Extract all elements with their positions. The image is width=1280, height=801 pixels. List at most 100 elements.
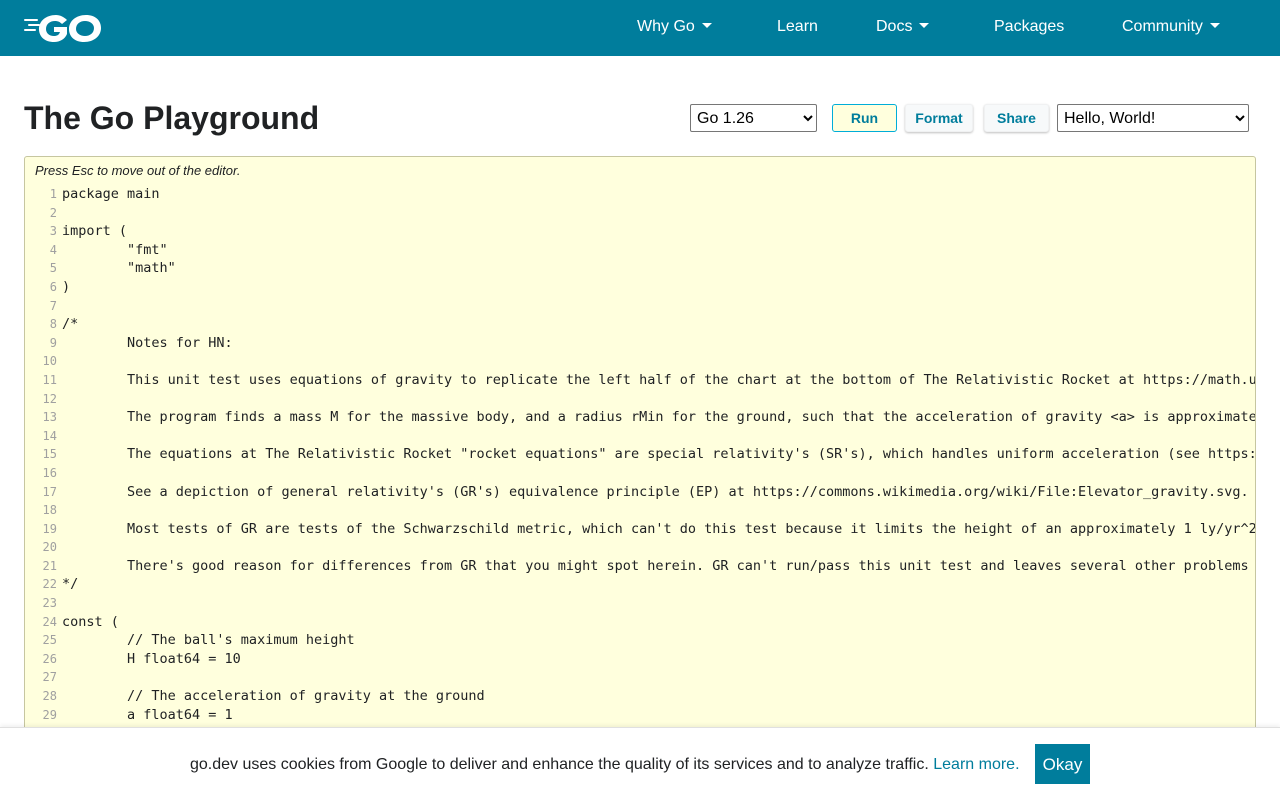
nav-packages[interactable]: Packages — [994, 17, 1064, 37]
code-line[interactable]: 19 Most tests of GR are tests of the Sch… — [25, 520, 1255, 539]
line-number: 9 — [49, 335, 57, 350]
code-line[interactable]: 3 import ( — [25, 222, 1255, 241]
line-number: 1 — [49, 187, 57, 201]
code-line[interactable]: 24 const ( — [25, 613, 1255, 632]
run-button[interactable]: Run — [832, 104, 897, 132]
line-number: 16 — [42, 465, 57, 480]
chevron-down-icon — [701, 23, 712, 28]
nav-docs[interactable]: Docs — [876, 17, 930, 37]
code-line[interactable]: 28 // The acceleration of gravity at the… — [25, 687, 1255, 706]
code-text[interactable]: ) — [62, 279, 70, 295]
code-line[interactable]: 8 /* — [25, 315, 1255, 334]
code-text[interactable]: Most tests of GR are tests of the Schwar… — [62, 521, 1255, 537]
code-line[interactable]: 12 — [25, 390, 1255, 409]
nav-learn[interactable]: Learn — [777, 17, 818, 37]
code-text[interactable]: import ( — [62, 223, 127, 239]
code-text[interactable]: There's good reason for differences from… — [62, 558, 1255, 574]
line-number: 6 — [49, 279, 57, 294]
code-text[interactable]: const ( — [62, 614, 119, 630]
chevron-down-icon — [919, 23, 930, 28]
code-line[interactable]: 29 a float64 = 1 — [25, 706, 1255, 725]
chevron-down-icon — [1209, 23, 1220, 28]
cookie-banner: go.dev uses cookies from Google to deliv… — [0, 727, 1280, 801]
code-line[interactable]: 26 H float64 = 10 — [25, 650, 1255, 669]
line-number: 12 — [42, 391, 57, 406]
code-text[interactable]: The program finds a mass M for the massi… — [62, 409, 1255, 425]
code-line[interactable]: 15 The equations at The Relativistic Roc… — [25, 445, 1255, 464]
example-select[interactable]: Hello, World! — [1057, 104, 1249, 132]
code-line[interactable]: 25 // The ball's maximum height — [25, 631, 1255, 650]
line-number: 23 — [42, 596, 57, 611]
line-number: 27 — [42, 670, 57, 685]
go-version-select[interactable]: Go 1.26 — [690, 104, 817, 132]
line-number: 7 — [49, 298, 57, 313]
code-line[interactable]: 5 "math" — [25, 259, 1255, 278]
code-lines[interactable]: 1 package main 2 3 import (4 "fmt" 5 "math" 6)… — [25, 185, 1255, 724]
go-logo[interactable] — [24, 13, 108, 43]
code-text[interactable]: // The ball's maximum height — [62, 632, 355, 648]
cookie-message: go.dev uses cookies from Google to deliv… — [190, 756, 929, 773]
code-text[interactable]: package main — [62, 186, 160, 202]
code-line[interactable]: 23 — [25, 594, 1255, 613]
code-line[interactable]: 6) — [25, 278, 1255, 297]
code-editor[interactable]: Press Esc to move out of the editor. 1 pa… — [24, 156, 1256, 746]
code-line[interactable]: 17 See a depiction of general relativity… — [25, 483, 1255, 502]
line-number: 11 — [42, 372, 57, 387]
line-number: 2 — [49, 205, 57, 220]
line-number: 10 — [42, 354, 57, 369]
line-number: 21 — [42, 558, 57, 573]
line-number: 8 — [49, 317, 57, 332]
code-line[interactable]: 22 */ — [25, 575, 1255, 594]
line-number: 29 — [42, 707, 57, 722]
code-line[interactable]: 20 — [25, 538, 1255, 557]
code-text[interactable]: "fmt" — [62, 242, 168, 258]
code-text[interactable]: */ — [62, 576, 78, 592]
code-text[interactable]: H float64 = 10 — [62, 651, 241, 667]
line-number: 18 — [42, 503, 57, 518]
line-number: 28 — [42, 689, 57, 704]
code-line[interactable]: 16 — [25, 464, 1255, 483]
line-number: 20 — [42, 540, 57, 555]
nav-packages-label: Packages — [994, 18, 1065, 35]
code-line[interactable]: 2 — [25, 204, 1255, 223]
code-line[interactable]: 27 — [25, 668, 1255, 687]
line-number: 14 — [42, 428, 57, 443]
code-text[interactable]: /* — [62, 316, 78, 332]
line-number: 19 — [42, 521, 57, 536]
nav-community[interactable]: Community — [1122, 17, 1220, 37]
code-text[interactable]: This unit test uses equations of gravity… — [62, 372, 1255, 388]
code-text[interactable]: See a depiction of general relativity's … — [62, 484, 1255, 500]
nav-why-go-label: Why Go — [637, 18, 695, 35]
code-text[interactable]: a float64 = 1 — [62, 707, 233, 723]
code-line[interactable]: 10 — [25, 352, 1255, 371]
code-line[interactable]: 18 — [25, 501, 1255, 520]
code-text[interactable]: Notes for HN: — [62, 335, 233, 351]
line-number: 3 — [49, 224, 57, 239]
line-number: 5 — [49, 261, 57, 276]
nav-docs-label: Docs — [876, 18, 913, 35]
format-button[interactable]: Format — [905, 104, 973, 132]
code-text[interactable]: // The acceleration of gravity at the gr… — [62, 688, 485, 704]
code-line[interactable]: 11 This unit test uses equations of grav… — [25, 371, 1255, 390]
nav-community-label: Community — [1122, 18, 1203, 35]
code-text[interactable]: "math" — [62, 260, 176, 276]
code-line[interactable]: 1 package main — [25, 185, 1255, 204]
nav-why-go[interactable]: Why Go — [637, 17, 712, 37]
line-number: 26 — [42, 651, 57, 666]
nav-learn-label: Learn — [777, 18, 818, 35]
cookie-text: go.dev uses cookies from Google to deliv… — [190, 755, 1020, 775]
code-text[interactable]: The equations at The Relativistic Rocket… — [62, 446, 1255, 462]
code-line[interactable]: 21 There's good reason for differences f… — [25, 557, 1255, 576]
code-line[interactable]: 9 Notes for HN: — [25, 334, 1255, 353]
line-number: 15 — [42, 447, 57, 462]
code-line[interactable]: 7 — [25, 297, 1255, 316]
page-title: The Go Playground — [24, 100, 320, 136]
learn-more-link[interactable]: Learn more. — [933, 756, 1019, 773]
code-line[interactable]: 13 The program finds a mass M for the ma… — [25, 408, 1255, 427]
share-button[interactable]: Share — [984, 104, 1049, 132]
code-line[interactable]: 14 — [25, 427, 1255, 446]
site-header: Why Go Learn Docs Packages Community — [0, 0, 1280, 56]
code-line[interactable]: 4 "fmt" — [25, 241, 1255, 260]
okay-button[interactable]: Okay — [1035, 744, 1090, 784]
line-number: 13 — [42, 410, 57, 425]
